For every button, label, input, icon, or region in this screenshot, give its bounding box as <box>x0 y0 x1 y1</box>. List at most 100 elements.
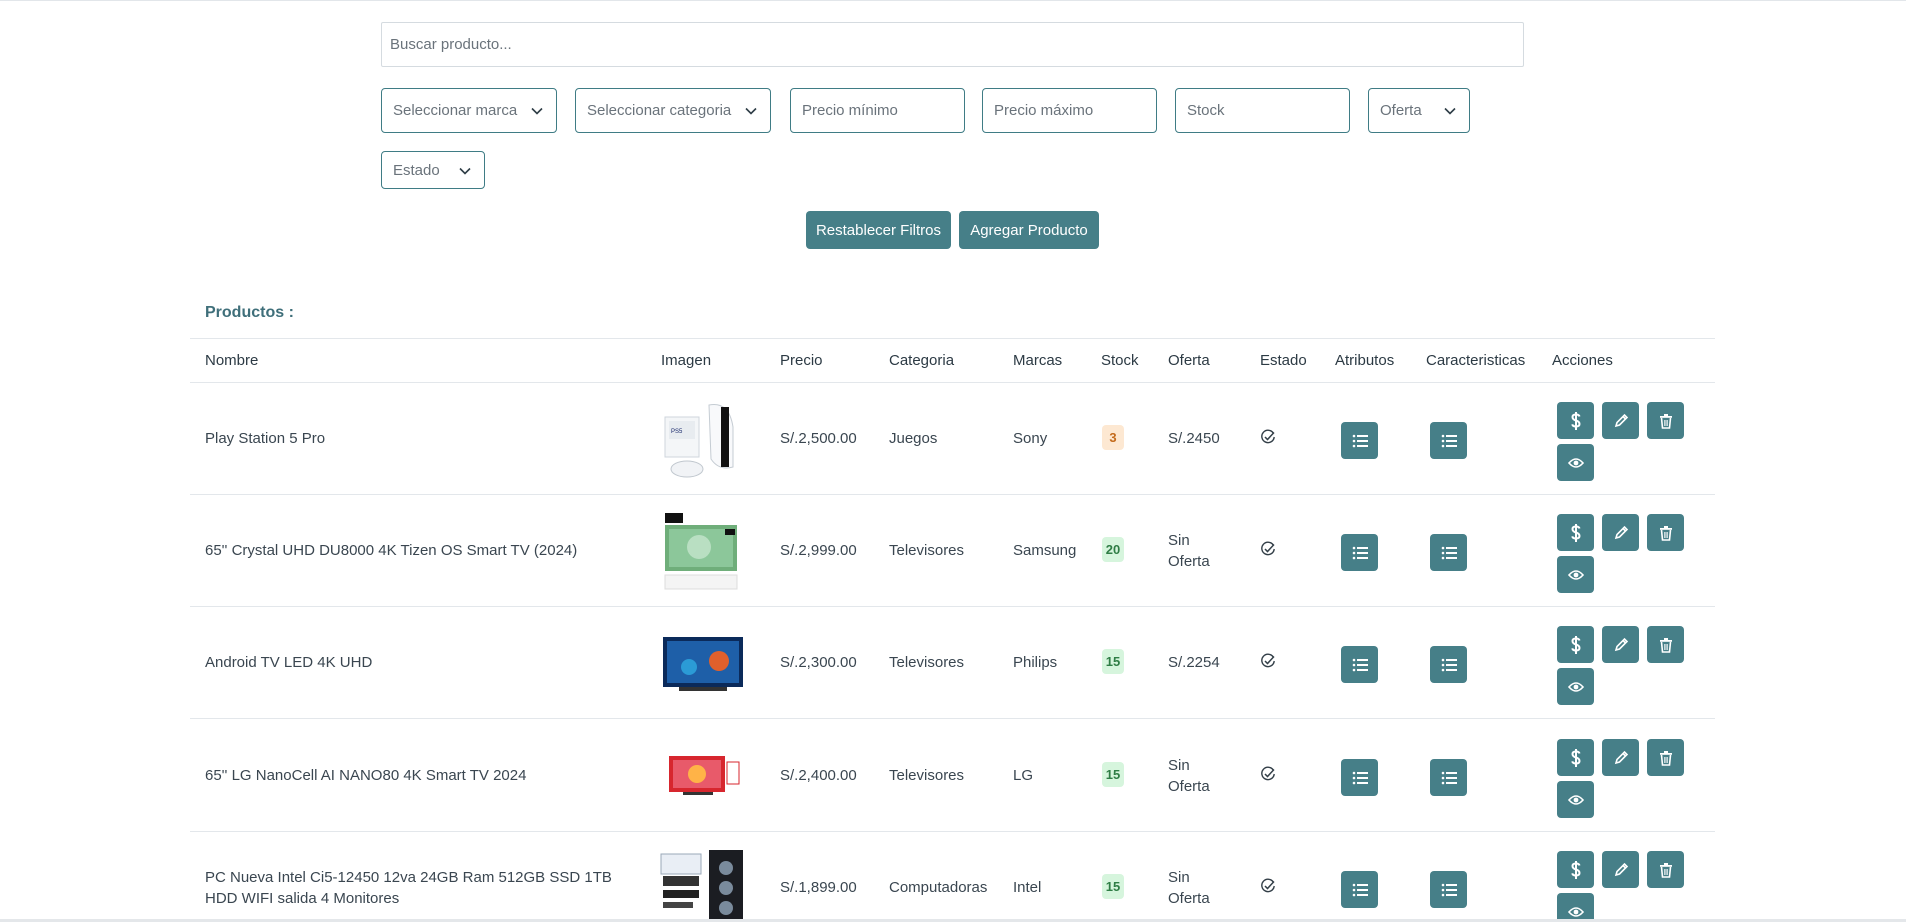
trash-icon <box>1659 862 1672 878</box>
row-divider <box>190 606 1715 607</box>
list-icon <box>1352 546 1368 559</box>
edit-button[interactable] <box>1602 851 1639 888</box>
pencil-icon <box>1614 525 1628 539</box>
price-button[interactable] <box>1557 402 1594 439</box>
features-button[interactable] <box>1430 759 1467 796</box>
edit-button[interactable] <box>1602 626 1639 663</box>
product-name: 65'' Crystal UHD DU8000 4K Tizen OS Smar… <box>205 542 578 559</box>
svg-text:PS5: PS5 <box>671 429 683 435</box>
offer-select[interactable]: Oferta <box>1368 88 1470 133</box>
delete-button[interactable] <box>1647 626 1684 663</box>
edit-button[interactable] <box>1602 739 1639 776</box>
delete-button[interactable] <box>1647 514 1684 551</box>
list-icon <box>1441 658 1457 671</box>
product-offer: Sin Oferta <box>1168 869 1210 907</box>
column-header-actions: Acciones <box>1552 352 1613 369</box>
product-image <box>663 637 743 691</box>
min-price-input[interactable]: Precio mínimo <box>790 88 965 133</box>
brand-select[interactable]: Seleccionar marca <box>381 88 557 133</box>
delete-button[interactable] <box>1647 851 1684 888</box>
product-price: S/.2,999.00 <box>780 542 857 559</box>
list-icon <box>1352 771 1368 784</box>
status-indicator <box>1260 653 1276 669</box>
trash-icon <box>1659 750 1672 766</box>
product-offer: Sin Oferta <box>1168 757 1210 795</box>
stock-input[interactable]: Stock <box>1175 88 1350 133</box>
check-circle-icon <box>1261 878 1275 893</box>
product-image <box>669 756 740 795</box>
products-section-title: Productos : <box>205 304 294 321</box>
product-category: Juegos <box>889 430 938 447</box>
search-input[interactable]: Buscar producto... <box>381 22 1524 67</box>
view-button[interactable] <box>1557 556 1594 593</box>
dollar-icon <box>1570 411 1581 430</box>
stock-badge: 3 <box>1102 425 1124 450</box>
status-select[interactable]: Estado <box>381 151 485 189</box>
status-indicator <box>1260 429 1276 445</box>
column-header-price: Precio <box>780 352 823 369</box>
view-button[interactable] <box>1557 893 1594 922</box>
features-button[interactable] <box>1430 871 1467 908</box>
attributes-button[interactable] <box>1341 759 1378 796</box>
category-select[interactable]: Seleccionar categoria <box>575 88 771 133</box>
price-button[interactable] <box>1557 514 1594 551</box>
status-indicator <box>1260 766 1276 782</box>
column-header-offer: Oferta <box>1168 352 1210 369</box>
min-price-placeholder: Precio mínimo <box>802 102 898 119</box>
product-brand: Intel <box>1013 879 1042 896</box>
check-circle-icon <box>1261 541 1275 556</box>
product-category: Televisores <box>889 767 965 784</box>
product-category: Televisores <box>889 542 965 559</box>
product-category: Televisores <box>889 654 965 671</box>
product-name: PC Nueva Intel Ci5-12450 12va 24GB Ram 5… <box>205 869 612 907</box>
row-divider <box>190 494 1715 495</box>
view-button[interactable] <box>1557 668 1594 705</box>
eye-icon <box>1567 681 1584 692</box>
brand-select-label: Seleccionar marca <box>393 102 518 119</box>
view-button[interactable] <box>1557 444 1594 481</box>
max-price-input[interactable]: Precio máximo <box>982 88 1157 133</box>
dollar-icon <box>1570 635 1581 654</box>
features-button[interactable] <box>1430 646 1467 683</box>
list-icon <box>1441 771 1457 784</box>
attributes-button[interactable] <box>1341 646 1378 683</box>
edit-button[interactable] <box>1602 402 1639 439</box>
add-product-button[interactable]: Agregar Producto <box>959 211 1099 249</box>
eye-icon <box>1567 569 1584 580</box>
check-circle-icon <box>1261 429 1275 444</box>
category-select-label: Seleccionar categoria <box>587 102 732 119</box>
chevron-down-icon <box>1444 107 1456 115</box>
list-icon <box>1352 883 1368 896</box>
product-brand: Sony <box>1013 430 1048 447</box>
delete-button[interactable] <box>1647 402 1684 439</box>
attributes-button[interactable] <box>1341 422 1378 459</box>
product-offer: S/.2254 <box>1168 654 1220 671</box>
top-divider <box>0 0 1906 1</box>
pencil-icon <box>1614 750 1628 764</box>
delete-button[interactable] <box>1647 739 1684 776</box>
view-button[interactable] <box>1557 781 1594 818</box>
features-button[interactable] <box>1430 422 1467 459</box>
list-icon <box>1352 434 1368 447</box>
edit-button[interactable] <box>1602 514 1639 551</box>
attributes-button[interactable] <box>1341 871 1378 908</box>
dollar-icon <box>1570 523 1581 542</box>
chevron-down-icon <box>459 167 471 175</box>
reset-filters-button[interactable]: Restablecer Filtros <box>806 211 951 249</box>
price-button[interactable] <box>1557 851 1594 888</box>
row-divider <box>190 831 1715 832</box>
stock-placeholder: Stock <box>1187 102 1225 119</box>
table-top-divider <box>190 338 1715 339</box>
price-button[interactable] <box>1557 626 1594 663</box>
product-price: S/.2,400.00 <box>780 767 857 784</box>
chevron-down-icon <box>745 107 757 115</box>
price-button[interactable] <box>1557 739 1594 776</box>
status-indicator <box>1260 541 1276 557</box>
column-header-brand: Marcas <box>1013 352 1063 369</box>
product-price: S/.2,500.00 <box>780 430 857 447</box>
table-header-divider <box>190 382 1715 383</box>
product-brand: Philips <box>1013 654 1058 671</box>
attributes-button[interactable] <box>1341 534 1378 571</box>
features-button[interactable] <box>1430 534 1467 571</box>
product-image: PS5 <box>664 403 734 478</box>
